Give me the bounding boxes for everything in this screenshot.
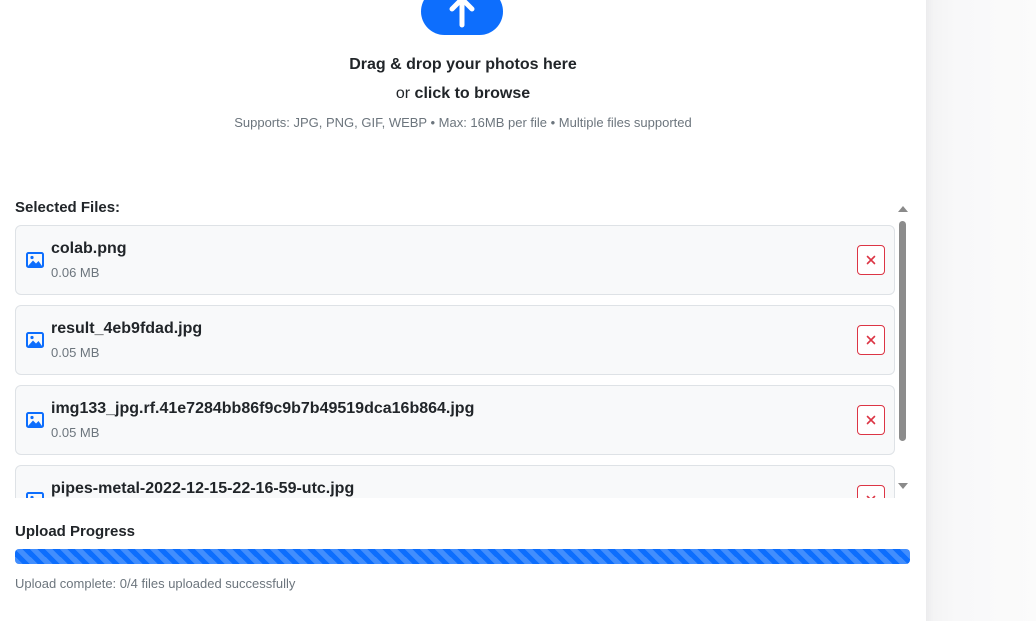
file-name: result_4eb9fdad.jpg <box>51 320 203 337</box>
file-name: img133_jpg.rf.41e7284bb86f9c9b7b49519dca… <box>51 400 475 417</box>
image-icon <box>26 332 44 348</box>
cloud-upload-icon[interactable] <box>421 0 503 35</box>
image-icon <box>26 252 44 268</box>
scroll-down-arrow-icon[interactable] <box>898 483 908 489</box>
selected-files-list[interactable]: colab.png 0.06 MB result_4eb9fdad.jpg 0.… <box>15 225 896 498</box>
image-icon <box>26 492 44 498</box>
remove-file-button[interactable] <box>857 325 885 355</box>
browse-prefix: or <box>395 85 411 102</box>
file-size: 0.05 MB <box>51 345 100 360</box>
dropzone-browse-line: or click to browse <box>0 85 926 103</box>
remove-file-button[interactable] <box>857 405 885 435</box>
upload-panel: Drag & drop your photos here or click to… <box>0 0 926 621</box>
upload-progress-bar <box>15 549 910 564</box>
image-icon <box>26 412 44 428</box>
upload-progress-fill <box>15 549 910 564</box>
scroll-up-arrow-icon[interactable] <box>898 206 908 212</box>
file-item: img133_jpg.rf.41e7284bb86f9c9b7b49519dca… <box>15 385 895 455</box>
close-icon <box>866 415 876 425</box>
supported-formats-note: Supports: JPG, PNG, GIF, WEBP • Max: 16M… <box>234 115 692 130</box>
close-icon <box>866 495 876 498</box>
file-list-scrollbar[interactable] <box>897 203 908 495</box>
page-background <box>926 0 1036 621</box>
remove-file-button[interactable] <box>857 245 885 275</box>
file-name: pipes-metal-2022-12-15-22-16-59-utc.jpg <box>51 480 355 497</box>
file-size: 0.06 MB <box>51 265 100 280</box>
file-item: result_4eb9fdad.jpg 0.05 MB <box>15 305 895 375</box>
file-size: 0.05 MB <box>51 425 100 440</box>
file-item: pipes-metal-2022-12-15-22-16-59-utc.jpg <box>15 465 895 498</box>
selected-files-heading: Selected Files: <box>15 199 121 216</box>
close-icon <box>866 255 876 265</box>
file-name: colab.png <box>51 240 127 257</box>
browse-link[interactable]: click to browse <box>415 85 531 102</box>
remove-file-button[interactable] <box>857 485 885 498</box>
upload-status-text: Upload complete: 0/4 files uploaded succ… <box>15 576 296 591</box>
file-item: colab.png 0.06 MB <box>15 225 895 295</box>
dropzone-title: Drag & drop your photos here <box>349 56 577 73</box>
close-icon <box>866 335 876 345</box>
scrollbar-thumb[interactable] <box>899 221 906 441</box>
upload-progress-heading: Upload Progress <box>15 523 136 540</box>
